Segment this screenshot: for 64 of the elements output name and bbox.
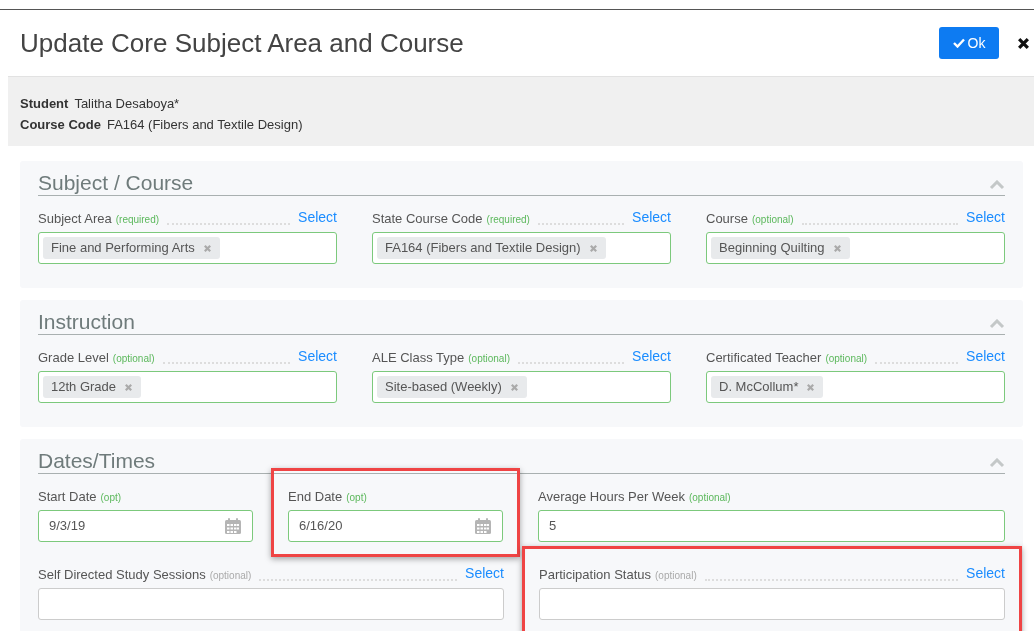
field-value: 9/3/19 xyxy=(49,517,87,536)
chevron-up-icon[interactable] xyxy=(989,458,1005,468)
field-label: Subject Area xyxy=(38,209,112,228)
calendar-icon[interactable] xyxy=(474,517,492,535)
field-label: Average Hours Per Week xyxy=(538,487,685,506)
summary-value: FA164 (Fibers and Textile Design) xyxy=(106,116,303,134)
input-field[interactable]: Beginning Quilting xyxy=(706,232,1005,264)
section-heading: Subject / Course xyxy=(38,171,194,195)
field-hint: (required) xyxy=(115,213,160,227)
tag-label: Site-based (Weekly) xyxy=(385,378,502,397)
tag-label: 12th Grade xyxy=(51,378,117,397)
field-label: End Date xyxy=(288,487,343,506)
remove-icon[interactable] xyxy=(588,243,598,253)
field-value: 6/16/20 xyxy=(299,517,344,536)
input-field[interactable] xyxy=(38,588,504,620)
remove-icon[interactable] xyxy=(806,382,816,392)
field-hint: (opt) xyxy=(100,491,122,505)
remove-icon[interactable] xyxy=(124,382,134,392)
dialog-title: Update Core Subject Area and Course xyxy=(20,26,465,60)
input-field[interactable]: FA164 (Fibers and Textile Design) xyxy=(372,232,671,264)
tag-label: FA164 (Fibers and Textile Design) xyxy=(385,239,581,258)
remove-icon[interactable] xyxy=(832,243,842,253)
field-label: Participation Status xyxy=(539,565,651,584)
field-label: State Course Code xyxy=(372,209,483,228)
section-heading: Instruction xyxy=(38,310,135,334)
tag-label: Fine and Performing Arts xyxy=(51,239,195,258)
field-label: Grade Level xyxy=(38,348,109,367)
field-label: Self Directed Study Sessions xyxy=(38,565,206,584)
input-field[interactable] xyxy=(539,588,1005,620)
tag-label: D. McCollum* xyxy=(719,378,799,397)
chevron-up-icon[interactable] xyxy=(989,319,1005,329)
chevron-up-icon[interactable] xyxy=(989,180,1005,190)
input-field[interactable]: D. McCollum* xyxy=(706,371,1005,403)
summary-label: Student xyxy=(20,95,69,113)
input-field[interactable]: 6/16/20 xyxy=(288,510,503,542)
section-heading: Dates/Times xyxy=(38,449,156,473)
field-label: Course xyxy=(706,209,748,228)
summary-label: Course Code xyxy=(20,116,101,134)
field-value: 5 xyxy=(549,517,558,536)
remove-icon[interactable] xyxy=(202,243,212,253)
field-hint: (optional) xyxy=(112,352,155,366)
input-field[interactable]: Fine and Performing Arts xyxy=(38,232,337,264)
input-field[interactable]: 9/3/19 xyxy=(38,510,253,542)
field-label: Certificated Teacher xyxy=(706,348,822,367)
input-field[interactable]: Site-based (Weekly) xyxy=(372,371,671,403)
field-hint: (required) xyxy=(486,213,530,227)
field-hint: (optional) xyxy=(688,491,731,505)
tag-label: Beginning Quilting xyxy=(719,239,825,258)
field-label: Start Date xyxy=(38,487,97,506)
input-field[interactable]: 12th Grade xyxy=(38,371,337,403)
ok-button[interactable]: Ok xyxy=(939,27,999,59)
field-hint: (optional) xyxy=(468,352,510,366)
input-field[interactable]: 5 xyxy=(538,510,1005,542)
field-hint: (optional) xyxy=(825,352,868,366)
field-hint: (optional) xyxy=(655,569,697,583)
field-hint: (optional) xyxy=(751,213,794,227)
calendar-icon[interactable] xyxy=(224,517,242,535)
field-hint: (opt) xyxy=(346,491,367,505)
field-label: ALE Class Type xyxy=(372,348,465,367)
check-icon xyxy=(952,38,965,48)
close-icon[interactable] xyxy=(1017,36,1030,50)
summary-value: Talitha Desaboya* xyxy=(74,95,180,113)
field-hint: (optional) xyxy=(209,569,252,583)
remove-icon[interactable] xyxy=(509,382,519,392)
